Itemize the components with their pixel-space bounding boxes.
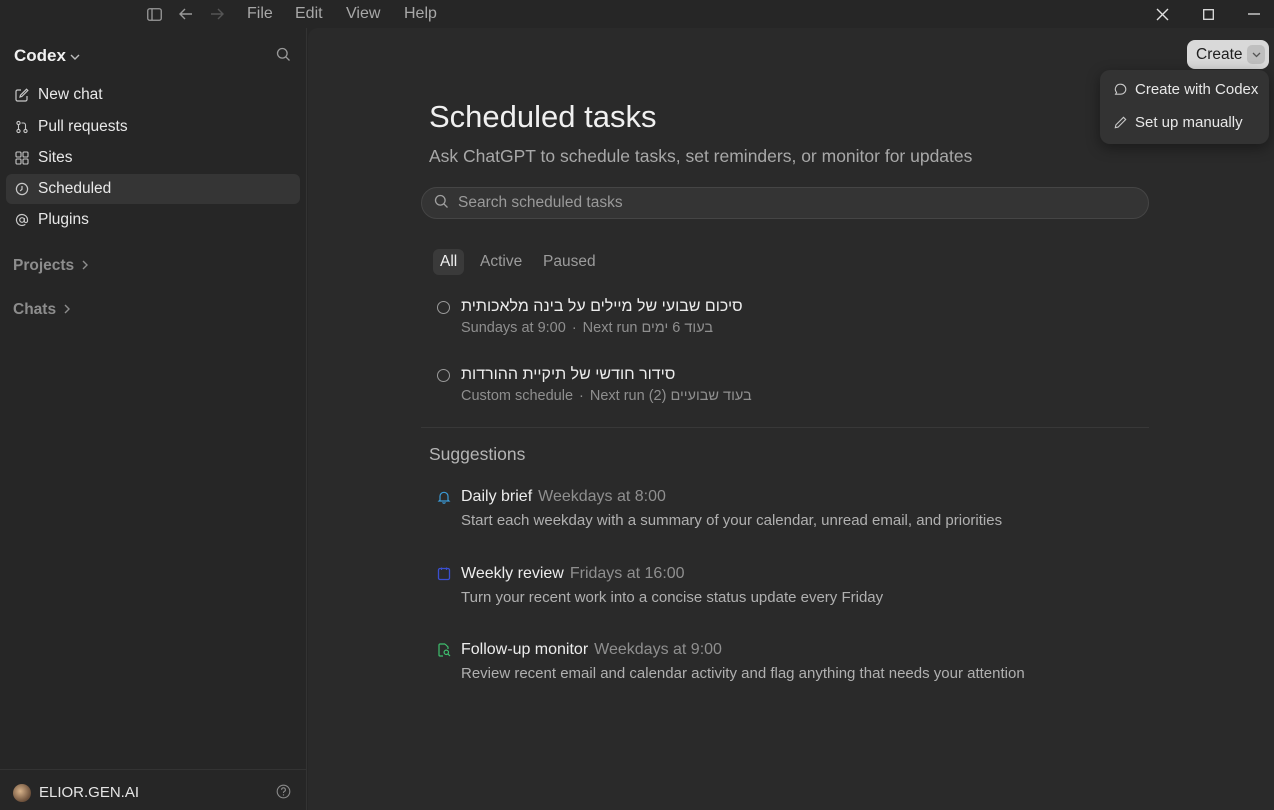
task-next-run: Next run (2) בעוד שבועיים [589,388,752,404]
sidebar-item-label: New chat [38,86,103,103]
separator-dot: · [579,388,584,404]
minimize-icon[interactable] [1242,3,1266,25]
menu-file[interactable]: File [247,5,273,23]
sidebar-item-label: Sites [38,149,73,166]
close-icon[interactable] [1150,3,1174,25]
task-schedule: Custom schedule [461,388,574,404]
chevron-right-icon [82,257,89,275]
sites-icon [14,151,29,166]
title-bar: File Edit View Help [0,0,1274,28]
calendar-icon [436,566,451,581]
suggestion-description: Turn your recent work into a concise sta… [461,589,884,606]
back-arrow-icon[interactable] [176,4,196,24]
task-schedule: Sundays at 9:00 [461,320,566,336]
chevron-right-icon [64,301,71,319]
edit-icon [14,88,29,103]
suggestion-when: Fridays at 16:00 [569,565,685,582]
divider [421,427,1149,428]
menu-edit[interactable]: Edit [295,5,323,23]
suggestion-when: Weekdays at 8:00 [538,488,666,505]
suggestion-title: Follow-up monitor [461,641,589,658]
doc-search-icon [436,642,451,657]
task-row[interactable]: סידור חודשי של תיקיית ההורדות Custom sch… [433,366,1149,408]
clock-icon [14,182,29,197]
sidebar-item-sites[interactable]: Sites [6,143,300,173]
suggestion-when: Weekdays at 9:00 [594,641,722,658]
create-button-label: Create [1196,45,1243,63]
brand-label: Codex [14,46,66,65]
suggestion-title-row: Weekly review Fridays at 16:00 [461,565,685,583]
tab-paused[interactable]: Paused [536,249,603,275]
suggestion-title: Weekly review [461,565,564,582]
suggestion-title-row: Follow-up monitor Weekdays at 9:00 [461,641,722,659]
task-title: סיכום שבועי של מיילים על בינה מלאכותית [461,298,743,315]
suggestion-daily-brief[interactable]: Daily brief Weekdays at 8:00 Start each w… [433,488,1149,534]
search-field[interactable] [421,187,1149,219]
create-dropdown-menu: Create with Codex Set up manually [1100,70,1269,144]
menu-item-label: Create with Codex [1135,81,1259,98]
section-chats-label: Chats [13,301,57,318]
pull-request-icon [14,120,29,135]
search-icon[interactable] [276,47,294,65]
menu-help[interactable]: Help [404,5,437,23]
task-row[interactable]: סיכום שבועי של מיילים על בינה מלאכותית S… [433,298,1149,340]
maximize-icon[interactable] [1196,3,1220,25]
create-button[interactable]: Create [1187,40,1269,69]
sidebar-item-label: Scheduled [38,180,112,197]
tab-active[interactable]: Active [473,249,529,275]
sidebar: Codex New chat Pull requests Sites Sched… [0,28,307,810]
user-name[interactable]: ELIOR.GEN.AI [39,784,139,801]
pencil-icon [1114,116,1127,129]
chevron-down-icon [70,46,80,66]
page-subtitle: Ask ChatGPT to schedule tasks, set remin… [429,146,973,166]
section-projects-label: Projects [13,257,75,274]
task-status-circle[interactable] [437,301,450,314]
suggestion-weekly-review[interactable]: Weekly review Fridays at 16:00 Turn your … [433,565,1149,611]
menu-item-create-with-codex[interactable]: Create with Codex [1114,81,1258,98]
help-icon[interactable] [276,784,292,800]
suggestion-description: Start each weekday with a summary of you… [461,512,1003,529]
menu-view[interactable]: View [346,5,380,23]
sidebar-item-pull-requests[interactable]: Pull requests [6,112,300,142]
chevron-down-icon[interactable] [1247,45,1265,64]
avatar[interactable] [13,784,31,802]
sidebar-toggle-icon[interactable] [144,4,164,24]
page-title: Scheduled tasks [429,99,657,134]
search-icon [434,194,449,213]
search-input[interactable] [458,194,1118,212]
sidebar-footer: ELIOR.GEN.AI [0,769,307,810]
tab-all[interactable]: All [433,249,465,275]
suggestion-title: Daily brief [461,488,533,505]
suggestion-follow-up-monitor[interactable]: Follow-up monitor Weekdays at 9:00 Review… [433,641,1149,687]
sidebar-item-label: Plugins [38,211,89,228]
menu-item-set-up-manually[interactable]: Set up manually [1114,114,1243,131]
task-meta: Sundays at 9:00 · Next run בעוד 6 ימים [461,320,713,336]
task-next-run: Next run בעוד 6 ימים [582,320,714,336]
suggestions-heading: Suggestions [429,444,526,464]
task-title: סידור חודשי של תיקיית ההורדות [461,366,676,383]
sidebar-item-plugins[interactable]: Plugins [6,205,300,235]
sidebar-item-label: Pull requests [38,118,128,135]
section-chats[interactable]: Chats [13,301,71,319]
task-status-circle[interactable] [437,369,450,382]
suggestion-title-row: Daily brief Weekdays at 8:00 [461,488,666,506]
at-icon [14,213,29,228]
task-meta: Custom schedule · Next run (2) בעוד שבועיי… [461,388,752,404]
forward-arrow-icon[interactable] [207,4,227,24]
chat-bubble-icon [1114,83,1127,96]
section-projects[interactable]: Projects [13,257,89,275]
sidebar-item-scheduled[interactable]: Scheduled [6,174,300,204]
menu-item-label: Set up manually [1135,114,1243,131]
sidebar-item-new-chat[interactable]: New chat [6,80,300,110]
bell-icon [436,489,451,504]
workspace-switcher[interactable]: Codex [14,46,80,66]
suggestion-description: Review recent email and calendar activit… [461,665,1025,682]
separator-dot: · [571,320,577,336]
